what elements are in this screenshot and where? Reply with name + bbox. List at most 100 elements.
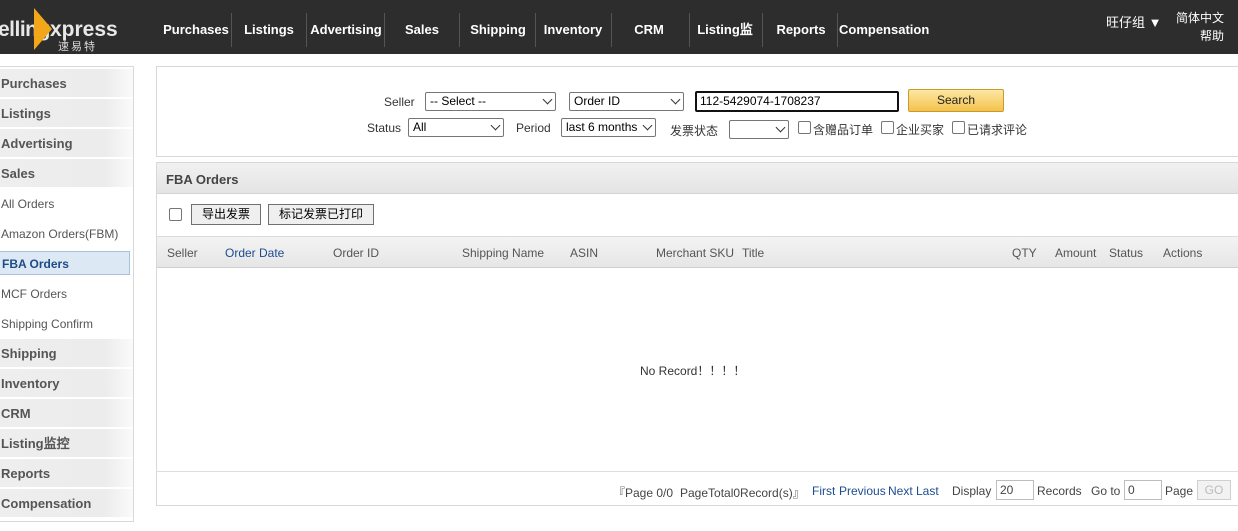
column-header-shipping-name[interactable]: Shipping Name [462,246,544,260]
goto-label: Go to [1091,484,1121,498]
sidebar-item-listing-monitor[interactable]: Listing监控 [0,429,133,458]
sidebar-item-reports[interactable]: Reports [0,459,133,488]
nav-divider [837,13,838,47]
nav-sales[interactable]: Sales [392,13,452,47]
review-requested-checkbox[interactable] [952,121,965,134]
sidebar-item-crm[interactable]: CRM [0,399,133,428]
nav-listings[interactable]: Listings [237,13,301,47]
chevron-down-icon [775,122,786,133]
panel-title: FBA Orders [166,172,239,187]
column-header-qty[interactable]: QTY [1012,246,1037,260]
mark-invoice-printed-button[interactable]: 标记发票已打印 [268,204,374,225]
goto-page-value: 0 [1128,483,1135,497]
search-button[interactable]: Search [908,89,1004,112]
panel-header: FBA Orders [157,163,1238,194]
help-link[interactable]: 帮助 [1200,27,1224,44]
fba-orders-panel: FBA Orders 导出发票 标记发票已打印 Seller Order Dat… [156,162,1238,506]
seller-select[interactable]: -- Select -- [425,92,556,111]
logo-subtitle: 速易特 [58,41,97,53]
chevron-down-icon [642,120,653,131]
goto-page-input[interactable]: 0 [1124,480,1162,500]
first-page-link[interactable]: First [812,484,835,498]
nav-inventory[interactable]: Inventory [541,13,605,47]
column-header-order-id[interactable]: Order ID [333,246,379,260]
gift-order-checkbox[interactable] [798,121,811,134]
sidebar-item-all-orders[interactable]: All Orders [0,189,133,219]
nav-crm[interactable]: CRM [624,13,674,47]
invoice-status-select[interactable] [729,120,789,139]
sidebar: Purchases Listings Advertising Sales All… [0,66,134,522]
nav-divider [384,13,385,47]
nav-divider [611,13,612,47]
sidebar-item-mcf-orders[interactable]: MCF Orders [0,279,133,309]
chevron-down-icon [670,94,681,105]
sidebar-item-sales[interactable]: Sales [0,159,133,188]
sidebar-item-compensation[interactable]: Compensation [0,489,133,518]
records-label: Records [1037,484,1082,498]
column-header-merchant-sku[interactable]: Merchant SKU [656,246,734,260]
previous-page-link[interactable]: Previous [839,484,886,498]
nav-divider [689,13,690,47]
sidebar-item-listings[interactable]: Listings [0,99,133,128]
sidebar-item-amazon-orders-fbm[interactable]: Amazon Orders(FBM) [0,219,133,249]
sidebar-item-advertising[interactable]: Advertising [0,129,133,158]
page-total: PageTotal0Record(s)』 [680,486,805,500]
column-header-actions[interactable]: Actions [1163,246,1202,260]
empty-state-text: No Record！！！！ [640,364,746,378]
page-size-input[interactable]: 20 [996,480,1034,500]
sidebar-item-inventory[interactable]: Inventory [0,369,133,398]
nav-listing-monitor[interactable]: Listing监控 [691,13,759,71]
pagination-bar: 『Page 0/0 PageTotal0Record(s)』 First Pre… [157,471,1238,507]
sidebar-item-shipping[interactable]: Shipping [0,339,133,368]
column-header-seller[interactable]: Seller [167,246,198,260]
sidebar-item-shipping-confirm[interactable]: Shipping Confirm [0,309,133,339]
nav-divider [459,13,460,47]
nav-purchases[interactable]: Purchases [160,13,232,47]
last-page-link[interactable]: Last [916,484,939,498]
language-switch[interactable]: 简体中文 [1176,9,1224,26]
table-header-row: Seller Order Date Order ID Shipping Name… [157,236,1238,268]
column-header-amount[interactable]: Amount [1055,246,1096,260]
display-label: Display [952,484,992,498]
column-header-status[interactable]: Status [1109,246,1143,260]
business-buyer-label: 企业买家 [896,123,945,137]
business-buyer-checkbox[interactable] [881,121,894,134]
chevron-down-icon [542,94,553,105]
sidebar-item-purchases[interactable]: Purchases [0,69,133,98]
nav-shipping[interactable]: Shipping [466,13,530,47]
search-input-value: 112-5429074-1708237 [700,94,821,108]
status-label: Status [367,121,402,135]
export-invoice-button[interactable]: 导出发票 [191,204,261,225]
period-label: Period [516,121,551,135]
column-header-order-date[interactable]: Order Date [225,246,284,260]
search-field-select[interactable]: Order ID [569,92,684,111]
column-header-asin[interactable]: ASIN [570,246,598,260]
search-field-value: Order ID [574,94,621,108]
invoice-status-label: 发票状态 [670,124,719,138]
top-navigation-bar: elling xpress 速易特 Purchases Listings Adv… [0,0,1238,71]
page-info: 『Page 0/0 [613,486,674,500]
nav-compensation[interactable]: Compensation [839,13,929,47]
search-input[interactable]: 112-5429074-1708237 [695,91,899,112]
next-page-link[interactable]: Next [888,484,913,498]
gift-order-label: 含赠品订单 [813,123,874,137]
nav-divider [535,13,536,47]
select-all-checkbox[interactable] [169,208,182,221]
page-label: Page [1165,484,1194,498]
nav-divider [306,13,307,47]
period-select[interactable]: last 6 months [561,118,656,137]
search-panel: Seller -- Select -- Order ID 112-5429074… [156,66,1238,157]
review-requested-label: 已请求评论 [967,123,1028,137]
user-menu[interactable]: 旺仔组 ▼ [1106,12,1161,31]
go-button[interactable]: GO [1197,480,1231,500]
chevron-down-icon [490,120,501,131]
sidebar-item-fba-orders[interactable]: FBA Orders [0,251,130,275]
status-select[interactable]: All [408,118,504,137]
column-header-title[interactable]: Title [742,246,764,260]
nav-reports[interactable]: Reports [771,13,831,47]
nav-advertising[interactable]: Advertising [308,13,384,47]
app-logo[interactable]: elling xpress 速易特 [0,8,128,53]
seller-label: Seller [384,95,415,109]
nav-divider [762,13,763,47]
page-size-value: 20 [1000,483,1014,497]
